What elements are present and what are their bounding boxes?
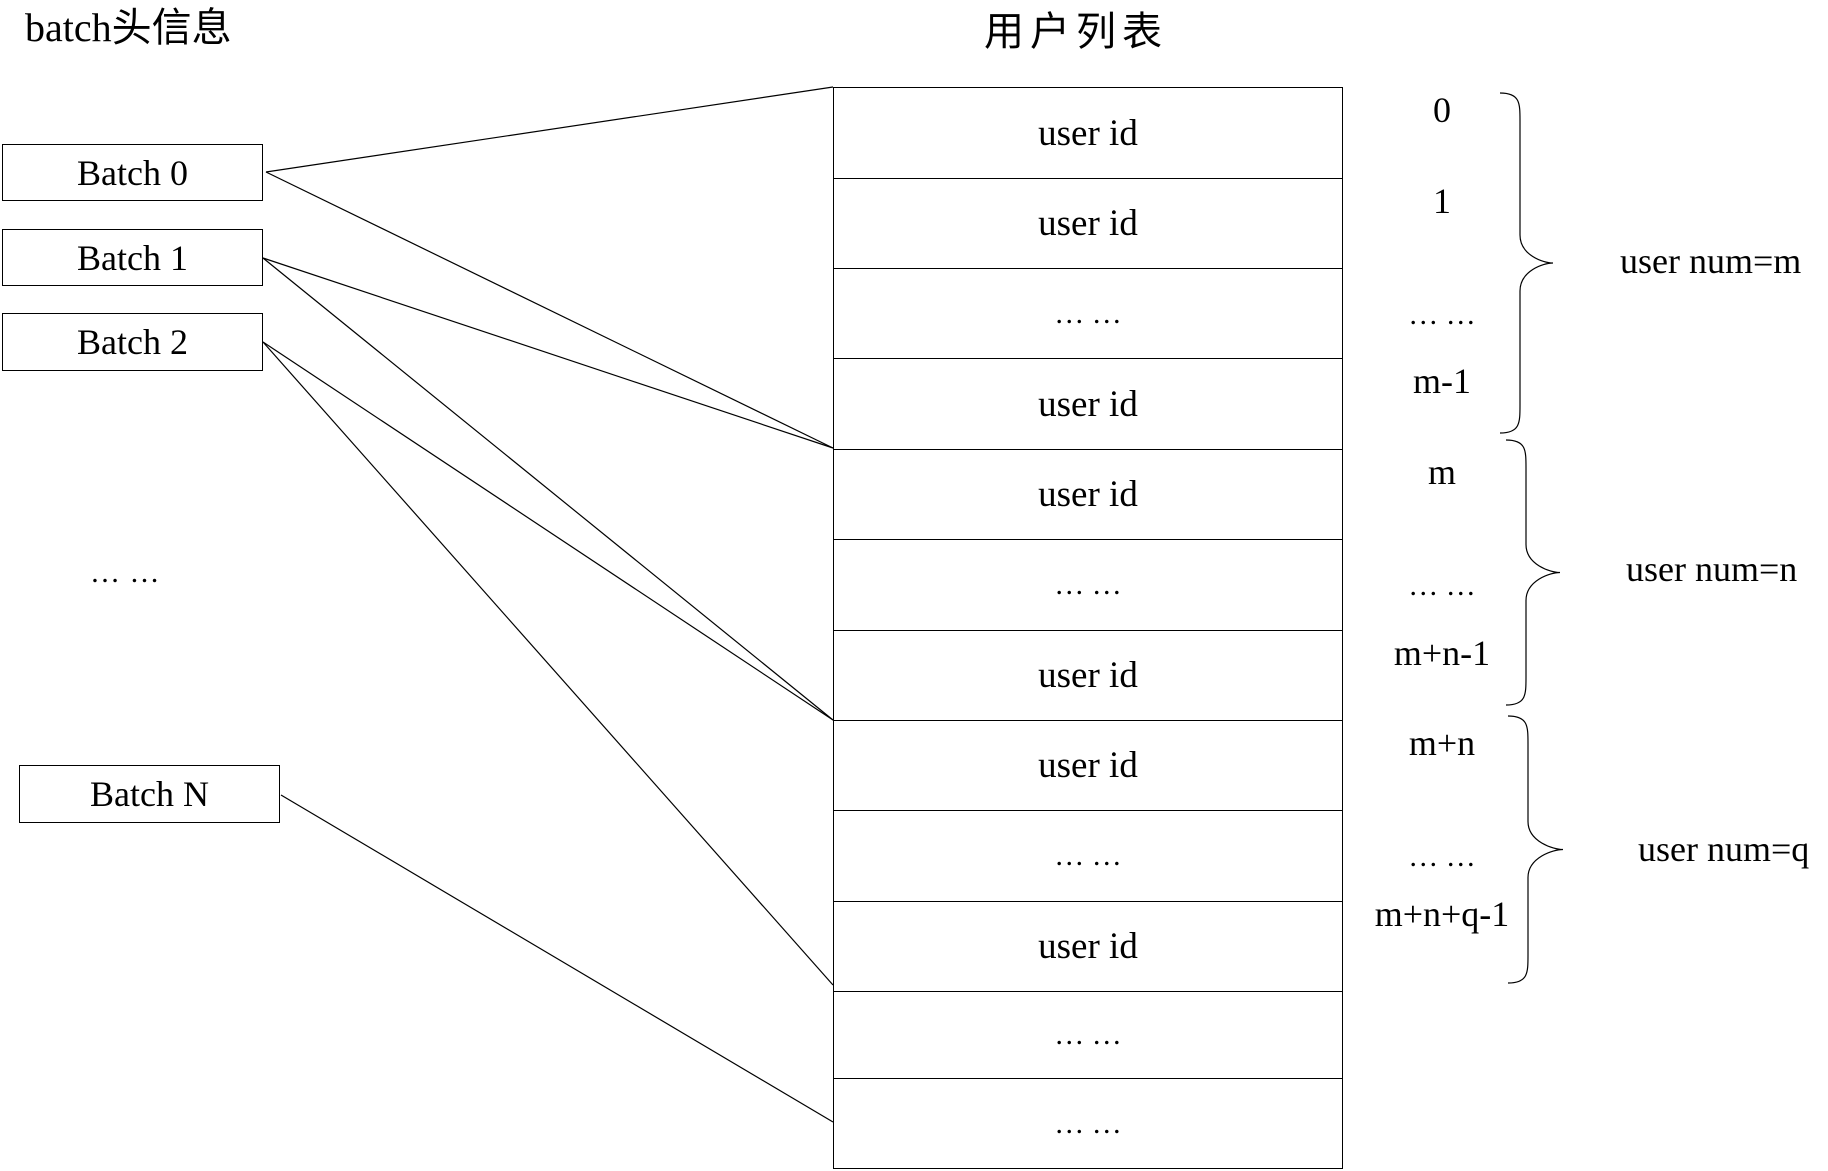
row-index-label: m+n-1 [1393, 633, 1491, 673]
user-row: user id [833, 87, 1343, 179]
row-index-label: … … [1408, 298, 1476, 331]
user-row-text: … … [1054, 568, 1122, 601]
user-row: … … [833, 539, 1343, 631]
user-row-text: user id [1038, 112, 1138, 154]
batch-link-line [280, 794, 834, 1123]
user-row: user id [833, 449, 1343, 540]
row-index-label: … … [1408, 840, 1476, 873]
batch-label: Batch N [90, 774, 209, 814]
batch-header-title: batch头信息 [25, 5, 232, 50]
row-index-label: 0 [1433, 90, 1451, 130]
user-row-text: user id [1038, 926, 1138, 967]
row-index-label: … … [1408, 569, 1476, 602]
row-index-label: 1 [1433, 181, 1451, 221]
group-count-label: user num=n [1626, 549, 1798, 589]
user-row-text: user id [1038, 474, 1138, 515]
batch-link-line [262, 257, 834, 721]
user-row-text: … … [1054, 296, 1122, 330]
user-row: user id [833, 720, 1343, 811]
batch-box-1: Batch 1 [2, 229, 263, 286]
user-row: user id [833, 358, 1343, 450]
user-list-title: 用户列表 [984, 9, 1168, 54]
user-row-text: … … [1054, 1018, 1122, 1051]
batch-link-line [262, 341, 834, 986]
user-row: … … [833, 991, 1343, 1079]
user-row: … … [833, 1078, 1343, 1169]
user-row: … … [833, 268, 1343, 359]
user-row-text: user id [1038, 655, 1138, 696]
batch-ellipsis: … … [90, 556, 161, 589]
row-index-label: m+n+q-1 [1357, 893, 1527, 943]
group-count-label: user num=q [1638, 829, 1810, 869]
batch-box-n: Batch N [19, 765, 280, 823]
batch-label: Batch 2 [77, 322, 188, 362]
user-row-text: … … [1054, 1106, 1122, 1140]
user-row-text: user id [1038, 383, 1138, 425]
batch-link-line [262, 341, 834, 721]
user-row: … … [833, 810, 1343, 902]
user-row-text: user id [1038, 745, 1138, 786]
group-count-label: user num=m [1620, 241, 1802, 281]
user-row: user id [833, 901, 1343, 992]
user-row-text: user id [1038, 203, 1138, 244]
batch-label: Batch 1 [77, 237, 188, 278]
batch-link-line [265, 86, 834, 173]
batch-link-line [265, 171, 834, 449]
row-index-label: m [1427, 452, 1456, 492]
row-index-label: m-1 [1413, 361, 1471, 401]
row-index-label: m+n [1408, 723, 1476, 763]
batch-box-0: Batch 0 [2, 144, 263, 201]
batch-link-line [262, 257, 834, 449]
user-row: user id [833, 630, 1343, 721]
user-row: user id [833, 178, 1343, 269]
user-row-text: … … [1054, 839, 1122, 872]
batch-label: Batch 0 [77, 152, 188, 193]
batch-box-2: Batch 2 [2, 313, 263, 371]
